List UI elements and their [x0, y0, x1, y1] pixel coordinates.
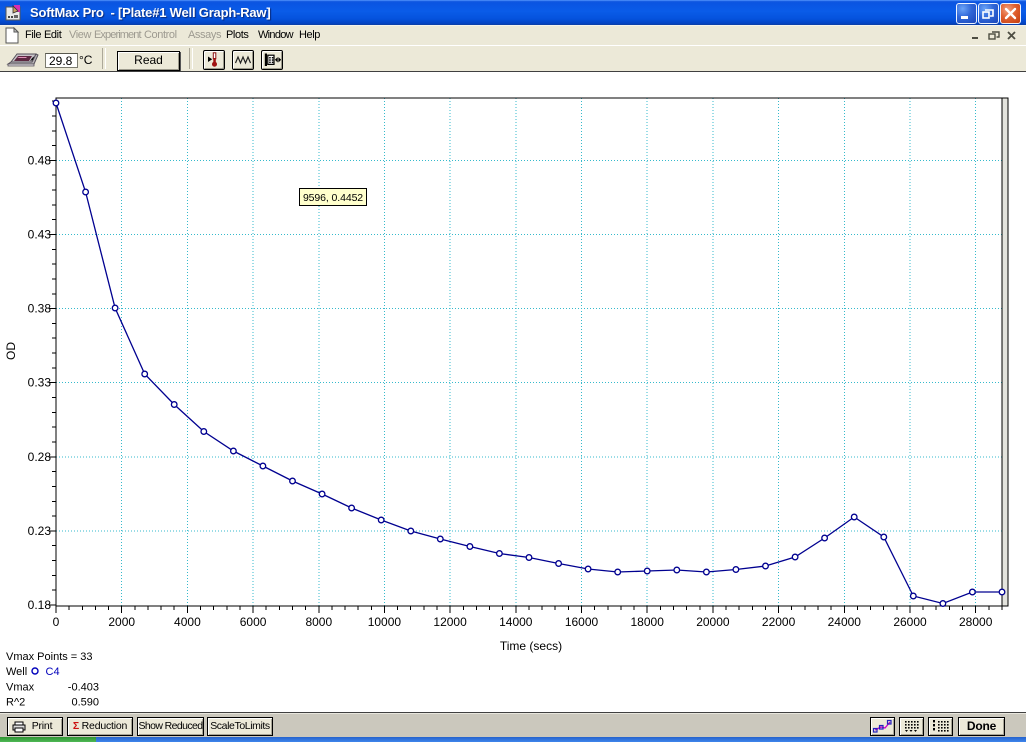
svg-text:28000: 28000 — [959, 615, 993, 629]
svg-text:0.33: 0.33 — [28, 376, 52, 390]
svg-text:0.590: 0.590 — [71, 697, 99, 709]
svg-text:R^2: R^2 — [6, 697, 25, 709]
svg-text:Vmax Points = 33: Vmax Points = 33 — [6, 651, 93, 663]
svg-text:2000: 2000 — [108, 615, 135, 629]
svg-text:0.48: 0.48 — [28, 153, 52, 167]
svg-text:6000: 6000 — [240, 615, 267, 629]
svg-text:C4: C4 — [46, 666, 60, 678]
svg-text:16000: 16000 — [565, 615, 599, 629]
svg-text:20000: 20000 — [696, 615, 730, 629]
svg-text:9596, 0.4452: 9596, 0.4452 — [303, 192, 363, 204]
svg-text:0.38: 0.38 — [28, 302, 52, 316]
svg-text:Vmax: Vmax — [6, 682, 35, 694]
svg-text:OD: OD — [4, 342, 18, 360]
svg-text:0.23: 0.23 — [28, 524, 52, 538]
svg-text:24000: 24000 — [828, 615, 862, 629]
svg-text:10000: 10000 — [368, 615, 402, 629]
svg-text:Well: Well — [6, 666, 27, 678]
svg-text:26000: 26000 — [893, 615, 927, 629]
svg-text:12000: 12000 — [433, 615, 467, 629]
svg-text:4000: 4000 — [174, 615, 201, 629]
svg-text:14000: 14000 — [499, 615, 533, 629]
svg-text:0.18: 0.18 — [28, 598, 52, 612]
svg-text:Time (secs): Time (secs) — [500, 639, 562, 653]
svg-text:0.28: 0.28 — [28, 450, 52, 464]
svg-text:0.43: 0.43 — [28, 228, 52, 242]
svg-text:18000: 18000 — [631, 615, 665, 629]
svg-text:8000: 8000 — [305, 615, 332, 629]
svg-text:0: 0 — [53, 615, 60, 629]
svg-text:-0.403: -0.403 — [68, 682, 99, 694]
svg-text:22000: 22000 — [762, 615, 796, 629]
